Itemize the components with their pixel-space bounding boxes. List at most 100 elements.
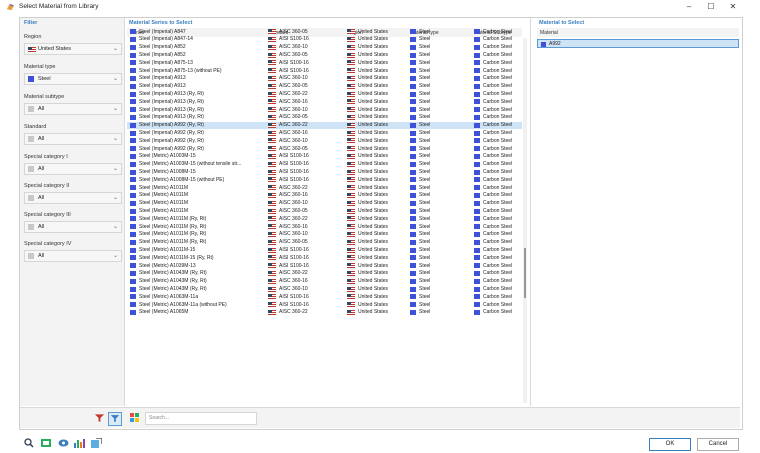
material-subtype-cell: Carbon Steel bbox=[483, 122, 513, 129]
steel-swatch-icon bbox=[130, 91, 136, 97]
material-subtype-cell: Carbon Steel bbox=[483, 137, 513, 144]
material-subtype-cell: Carbon Steel bbox=[483, 184, 513, 191]
material-subtype-dropdown[interactable]: All ⌄ bbox=[24, 103, 122, 115]
table-row[interactable]: Steel (Metric) A1011M (Ry, Rt) AISC 360-0… bbox=[127, 239, 522, 247]
minimize-button[interactable]: – bbox=[678, 0, 700, 14]
table-row[interactable]: Steel (Metric) A1011M (Ry, Rt) AISC 360-2… bbox=[127, 215, 522, 223]
table-row[interactable]: Steel (Metric) A1011M-15 AISI S100-16 Unit… bbox=[127, 246, 522, 254]
table-row[interactable]: Steel (Imperial) A852 AISC 360-10 United S… bbox=[127, 44, 522, 52]
search-icon[interactable] bbox=[24, 438, 34, 448]
chevron-down-icon: ⌄ bbox=[112, 253, 118, 259]
table-row[interactable]: Steel (Metric) A1003M-15 AISI S100-16 Unit… bbox=[127, 153, 522, 161]
scrollbar-thumb[interactable] bbox=[524, 248, 526, 298]
us-flag-icon bbox=[347, 130, 355, 136]
material-subtype-cell: Carbon Steel bbox=[483, 231, 513, 238]
table-row[interactable]: Steel (Metric) A1008M-15 (without PE) AIS… bbox=[127, 176, 522, 184]
region-cell: United States bbox=[358, 278, 389, 285]
steel-swatch-icon bbox=[130, 169, 136, 175]
material-type-cell: Steel bbox=[419, 207, 431, 214]
table-row[interactable]: Steel (Metric) A1043M (Ry, Rt) AISC 360-2… bbox=[127, 270, 522, 278]
table-row[interactable]: Steel (Imperial) A875-13 (without PE) AIS… bbox=[127, 67, 522, 75]
table-row[interactable]: Steel (Imperial) A913 (Ry, Rt) AISC 360-1… bbox=[127, 98, 522, 106]
table-row[interactable]: Steel (Imperial) A913 AISC 360-10 United S… bbox=[127, 75, 522, 83]
standard-cell: AISI S100-16 bbox=[279, 161, 309, 168]
series-cell: Steel (Metric) A1043M (Ry, Rt) bbox=[139, 278, 207, 285]
table-row[interactable]: Steel (Metric) A1043M (Ry, Rt) AISC 360-1… bbox=[127, 278, 522, 286]
standard-cell: AISI S100-16 bbox=[279, 262, 309, 269]
window-title: Select Material from Library bbox=[19, 3, 99, 10]
units-icon[interactable] bbox=[41, 438, 52, 448]
table-row[interactable]: Steel (Metric) A1043M (Ry, Rt) AISC 360-1… bbox=[127, 285, 522, 293]
table-row[interactable]: Steel (Metric) A1011M AISC 360-05 United S… bbox=[127, 207, 522, 215]
standard-flag-icon bbox=[268, 122, 276, 128]
table-row[interactable]: Steel (Imperial) A913 AISC 360-05 United S… bbox=[127, 83, 522, 91]
export-icon[interactable] bbox=[91, 437, 103, 448]
view-icon[interactable] bbox=[58, 438, 69, 448]
carbon-steel-swatch-icon bbox=[474, 153, 480, 159]
standard-flag-icon bbox=[268, 161, 276, 167]
us-flag-icon bbox=[347, 177, 355, 183]
steel-swatch-icon bbox=[541, 41, 546, 47]
table-row[interactable]: Steel (Imperial) A875-13 AISI S100-16 Unit… bbox=[127, 59, 522, 67]
table-row[interactable]: Steel (Imperial) A913 (Ry, Rt) AISC 360-0… bbox=[127, 114, 522, 122]
material-item-selected[interactable]: A992 bbox=[537, 39, 739, 48]
special-category-3-dropdown[interactable]: All ⌄ bbox=[24, 221, 122, 233]
col-material[interactable]: Material bbox=[540, 30, 558, 36]
table-row[interactable]: Steel (Metric) A1008M-15 AISI S100-16 Unit… bbox=[127, 168, 522, 176]
table-row-selected[interactable]: Steel (Imperial) A992 (Ry, Rt) AISC 360-2… bbox=[127, 121, 522, 130]
ok-button[interactable]: OK bbox=[649, 438, 691, 451]
table-row[interactable]: Steel (Imperial) A992 (Ry, Rt) AISC 360-1… bbox=[127, 137, 522, 145]
table-row[interactable]: Steel (Metric) A1063M-11a AISI S100-16 Uni… bbox=[127, 293, 522, 301]
standard-flag-icon bbox=[268, 169, 276, 175]
table-row[interactable]: Steel (Imperial) A847-14 AISI S100-16 Unit… bbox=[127, 36, 522, 44]
material-type-cell: Steel bbox=[419, 239, 431, 246]
close-button[interactable]: ✕ bbox=[722, 0, 744, 14]
region-cell: United States bbox=[358, 114, 389, 121]
table-row[interactable]: Steel (Imperial) A847 AISC 360-05 United S… bbox=[127, 28, 522, 36]
clear-filter-icon[interactable] bbox=[94, 413, 105, 423]
carbon-steel-swatch-icon bbox=[474, 29, 480, 35]
material-type-cell: Steel bbox=[419, 270, 431, 277]
standard-flag-icon bbox=[268, 177, 276, 183]
vertical-scrollbar[interactable] bbox=[523, 38, 527, 403]
table-row[interactable]: Steel (Metric) A1011M (Ry, Rt) AISC 360-1… bbox=[127, 231, 522, 239]
region-cell: United States bbox=[358, 207, 389, 214]
search-input[interactable]: Search... bbox=[145, 412, 257, 425]
special-category-4-dropdown[interactable]: All ⌄ bbox=[24, 250, 122, 262]
table-row[interactable]: Steel (Imperial) A992 (Ry, Rt) AISC 360-0… bbox=[127, 145, 522, 153]
material-subtype-cell: Carbon Steel bbox=[483, 98, 513, 105]
region-cell: United States bbox=[358, 145, 389, 152]
region-cell: United States bbox=[358, 254, 389, 261]
table-row[interactable]: Steel (Metric) A1011M AISC 360-10 United S… bbox=[127, 200, 522, 208]
table-row[interactable]: Steel (Imperial) A852 AISC 360-05 United S… bbox=[127, 51, 522, 59]
table-row[interactable]: Steel (Metric) A1003M-15 (without tensil… bbox=[127, 161, 522, 169]
table-row[interactable]: Steel (Metric) A1063M-11a (without PE) AI… bbox=[127, 301, 522, 309]
steel-swatch-icon bbox=[130, 177, 136, 183]
material-type-dropdown[interactable]: Steel ⌄ bbox=[24, 73, 122, 85]
table-row[interactable]: Steel (Metric) A1011M AISC 360-22 United S… bbox=[127, 184, 522, 192]
steel-swatch-icon bbox=[410, 302, 416, 308]
series-cell: Steel (Imperial) A992 (Ry, Rt) bbox=[139, 129, 204, 136]
region-dropdown[interactable]: United States ⌄ bbox=[24, 43, 122, 55]
cancel-button[interactable]: Cancel bbox=[697, 438, 739, 451]
color-legend-icon[interactable] bbox=[130, 413, 140, 423]
filter-toggle-icon[interactable] bbox=[108, 412, 122, 426]
table-row[interactable]: Steel (Metric) A1011M-15 (Ry, Rt) AISI S1… bbox=[127, 254, 522, 262]
table-row[interactable]: Steel (Metric) A1039M-13 AISI S100-16 Unit… bbox=[127, 262, 522, 270]
chart-icon[interactable] bbox=[74, 438, 85, 448]
special-category-1-dropdown[interactable]: All ⌄ bbox=[24, 163, 122, 175]
steel-swatch-icon bbox=[410, 68, 416, 74]
table-row[interactable]: Steel (Metric) A1065M AISC 360-22 United S… bbox=[127, 309, 522, 317]
table-row[interactable]: Steel (Metric) A1011M (Ry, Rt) AISC 360-1… bbox=[127, 223, 522, 231]
series-cell: Steel (Imperial) A992 (Ry, Rt) bbox=[139, 137, 204, 144]
table-row[interactable]: Steel (Imperial) A992 (Ry, Rt) AISC 360-1… bbox=[127, 129, 522, 137]
standard-flag-icon bbox=[268, 192, 276, 198]
standard-dropdown[interactable]: All ⌄ bbox=[24, 133, 122, 145]
table-row[interactable]: Steel (Imperial) A913 (Ry, Rt) AISC 360-2… bbox=[127, 90, 522, 98]
maximize-button[interactable]: ☐ bbox=[700, 0, 722, 14]
us-flag-icon bbox=[347, 224, 355, 230]
special-category-2-dropdown[interactable]: All ⌄ bbox=[24, 192, 122, 204]
table-row[interactable]: Steel (Metric) A1011M AISC 360-16 United S… bbox=[127, 192, 522, 200]
region-cell: United States bbox=[358, 67, 389, 74]
table-row[interactable]: Steel (Imperial) A913 (Ry, Rt) AISC 360-1… bbox=[127, 106, 522, 114]
